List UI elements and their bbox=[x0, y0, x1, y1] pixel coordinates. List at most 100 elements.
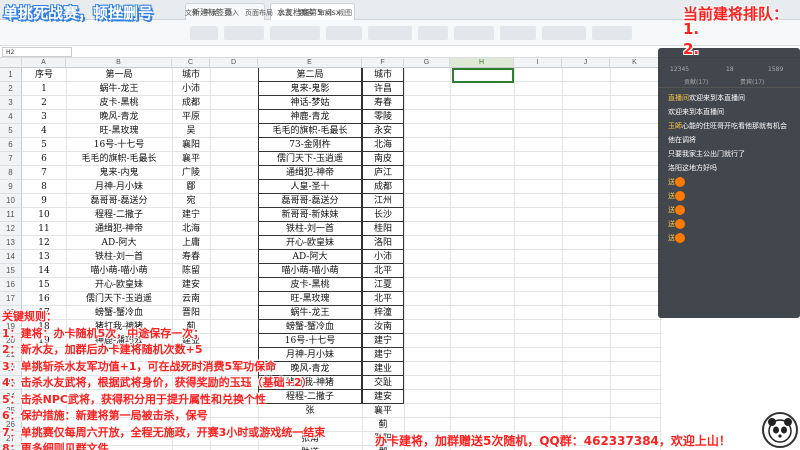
chat-tab[interactable]: 贡献(17) bbox=[684, 77, 708, 86]
table-cell[interactable]: 5 bbox=[22, 138, 66, 152]
column-header-c[interactable]: C bbox=[172, 58, 210, 68]
table-cell[interactable]: 毛毛的旗帜-毛最长 bbox=[258, 124, 362, 138]
table-cell[interactable]: 建安 bbox=[172, 278, 210, 292]
row-header[interactable]: 6 bbox=[0, 138, 22, 152]
table-cell[interactable]: 13 bbox=[22, 250, 66, 264]
table-cell[interactable]: 程程-二撒子 bbox=[66, 208, 172, 222]
table-cell[interactable]: 10 bbox=[22, 208, 66, 222]
table-cell[interactable]: 皮卡-黑桃 bbox=[258, 278, 362, 292]
table-cell[interactable]: 人皇-圣十 bbox=[258, 180, 362, 194]
table-cell[interactable]: 73-金刚杵 bbox=[258, 138, 362, 152]
table-cell[interactable]: AD-阿大 bbox=[258, 250, 362, 264]
table-cell[interactable]: 鬼来-鬼影 bbox=[258, 82, 362, 96]
chat-username[interactable]: 送 bbox=[668, 178, 675, 186]
table-header-cell[interactable]: 城市 bbox=[362, 68, 404, 82]
table-cell[interactable]: 15 bbox=[22, 278, 66, 292]
row-header[interactable]: 7 bbox=[0, 152, 22, 166]
table-cell[interactable]: 永安 bbox=[362, 124, 404, 138]
row-header[interactable]: 5 bbox=[0, 124, 22, 138]
toolbar-button[interactable] bbox=[190, 26, 218, 40]
table-cell[interactable]: 旺-黑玫瑰 bbox=[258, 292, 362, 306]
column-header-e[interactable]: E bbox=[258, 58, 362, 68]
table-header-cell[interactable]: 序号 bbox=[22, 68, 66, 82]
toolbar-button[interactable] bbox=[224, 26, 264, 40]
row-header[interactable]: 12 bbox=[0, 222, 22, 236]
select-all-corner[interactable] bbox=[0, 58, 22, 68]
table-cell[interactable]: 铁柱-刘一首 bbox=[66, 250, 172, 264]
table-cell[interactable]: 寿春 bbox=[172, 250, 210, 264]
table-cell[interactable]: 上庸 bbox=[172, 236, 210, 250]
table-cell[interactable]: 月神-月小妹 bbox=[66, 180, 172, 194]
table-cell[interactable]: 北海 bbox=[362, 138, 404, 152]
table-cell[interactable]: 皮卡-黑桃 bbox=[66, 96, 172, 110]
table-cell[interactable]: 北平 bbox=[362, 264, 404, 278]
table-cell[interactable]: 喵小萌-喵小萌 bbox=[258, 264, 362, 278]
menu-file[interactable]: 文件 bbox=[185, 8, 199, 18]
table-cell[interactable]: 晚风-青龙 bbox=[66, 110, 172, 124]
table-cell[interactable]: 神话-梦姑 bbox=[258, 96, 362, 110]
table-cell[interactable]: 桂阳 bbox=[362, 222, 404, 236]
menu-home[interactable]: 开始 bbox=[205, 8, 219, 18]
menu-review[interactable]: 审阅 bbox=[318, 8, 332, 18]
row-header[interactable]: 13 bbox=[0, 236, 22, 250]
column-header-j[interactable]: J bbox=[562, 58, 610, 68]
table-cell[interactable]: 16 bbox=[22, 292, 66, 306]
column-header-d[interactable]: D bbox=[210, 58, 258, 68]
table-cell[interactable]: 开心-欧皇妹 bbox=[258, 236, 362, 250]
table-cell[interactable]: 通缉犯-神帝 bbox=[66, 222, 172, 236]
row-header[interactable]: 10 bbox=[0, 194, 22, 208]
table-cell[interactable]: 小沛 bbox=[172, 82, 210, 96]
table-cell[interactable]: 儒门天下-玉逍遥 bbox=[66, 292, 172, 306]
column-header-h[interactable]: H bbox=[450, 58, 514, 68]
chat-username[interactable]: 送 bbox=[668, 234, 675, 242]
menu-insert[interactable]: 插入 bbox=[225, 8, 239, 18]
table-cell[interactable]: 11 bbox=[22, 222, 66, 236]
table-cell[interactable]: 吴 bbox=[172, 124, 210, 138]
row-header[interactable]: 11 bbox=[0, 208, 22, 222]
table-cell[interactable]: 磊哥哥-磊送分 bbox=[66, 194, 172, 208]
table-cell[interactable]: AD-阿大 bbox=[66, 236, 172, 250]
table-cell[interactable]: 磊哥哥-磊送分 bbox=[258, 194, 362, 208]
cell-reference-input[interactable]: H2 bbox=[2, 47, 72, 57]
toolbar-button[interactable] bbox=[418, 26, 448, 40]
column-header-f[interactable]: F bbox=[362, 58, 404, 68]
table-cell[interactable]: 旺-黑玫瑰 bbox=[66, 124, 172, 138]
toolbar-button[interactable] bbox=[500, 26, 536, 40]
table-cell[interactable]: 1 bbox=[22, 82, 66, 96]
column-header-g[interactable]: G bbox=[404, 58, 450, 68]
toolbar-button[interactable] bbox=[270, 26, 320, 40]
row-header[interactable]: 4 bbox=[0, 110, 22, 124]
chat-username[interactable]: 玉師 bbox=[668, 122, 682, 130]
table-cell[interactable]: 神鹿-青龙 bbox=[258, 110, 362, 124]
row-header[interactable]: 17 bbox=[0, 292, 22, 306]
table-cell[interactable]: 成都 bbox=[172, 96, 210, 110]
table-cell[interactable]: 14 bbox=[22, 264, 66, 278]
table-cell[interactable]: 喵小萌-喵小萌 bbox=[66, 264, 172, 278]
table-cell[interactable]: 许昌 bbox=[362, 82, 404, 96]
table-cell[interactable]: 儒门天下-玉逍遥 bbox=[258, 152, 362, 166]
selected-cell[interactable] bbox=[452, 68, 514, 83]
table-cell[interactable]: 蜗牛-龙王 bbox=[66, 82, 172, 96]
table-cell[interactable]: 2 bbox=[22, 96, 66, 110]
table-cell[interactable]: 12 bbox=[22, 236, 66, 250]
table-cell[interactable]: 8 bbox=[22, 180, 66, 194]
toolbar-button[interactable] bbox=[542, 26, 586, 40]
menu-formula[interactable]: 公式 bbox=[278, 8, 292, 18]
table-cell[interactable]: 云南 bbox=[172, 292, 210, 306]
column-header-k[interactable]: K bbox=[610, 58, 660, 68]
toolbar-button[interactable] bbox=[368, 26, 412, 40]
row-header[interactable]: 8 bbox=[0, 166, 22, 180]
chat-username[interactable]: 送 bbox=[668, 206, 675, 214]
table-cell[interactable]: 通缉犯-神帝 bbox=[258, 166, 362, 180]
row-header[interactable]: 14 bbox=[0, 250, 22, 264]
chat-username[interactable]: 送 bbox=[668, 192, 675, 200]
table-cell[interactable]: 建宁 bbox=[172, 208, 210, 222]
row-header[interactable]: 9 bbox=[0, 180, 22, 194]
toolbar-button[interactable] bbox=[454, 26, 494, 40]
table-cell[interactable]: 江夏 bbox=[362, 278, 404, 292]
menu-layout[interactable]: 页面布局 bbox=[245, 8, 273, 18]
table-cell[interactable]: 铁柱-刘一首 bbox=[258, 222, 362, 236]
table-cell[interactable]: 寿春 bbox=[362, 96, 404, 110]
table-cell[interactable]: 陈留 bbox=[172, 264, 210, 278]
column-header-b[interactable]: B bbox=[66, 58, 172, 68]
